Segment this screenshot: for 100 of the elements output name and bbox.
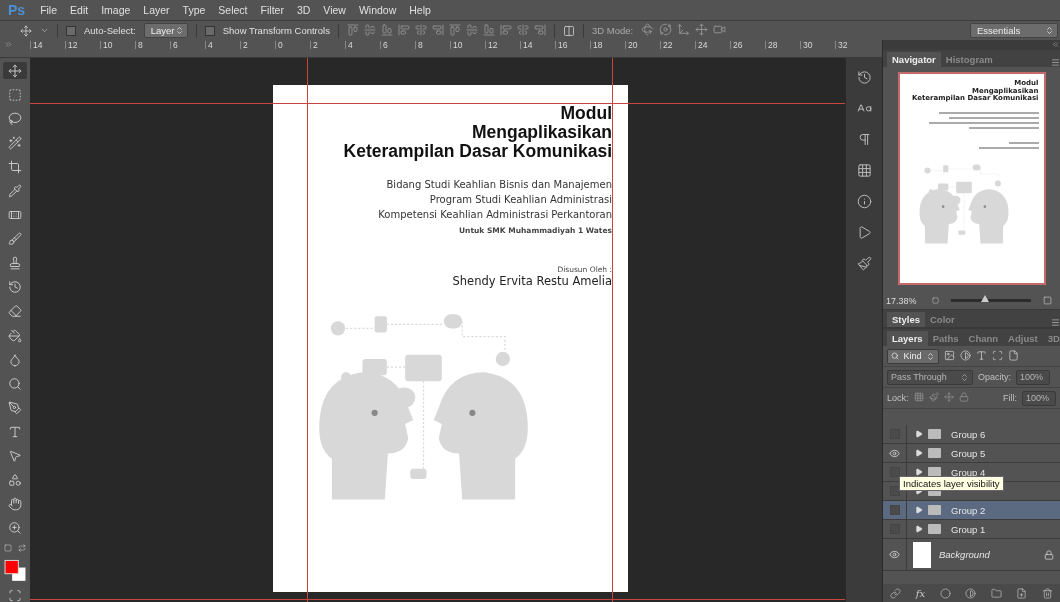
- menu-item[interactable]: Edit: [70, 4, 89, 16]
- menu-item[interactable]: Filter: [260, 4, 284, 16]
- layer-row[interactable]: Background: [883, 539, 1060, 571]
- type-filter-icon[interactable]: [976, 349, 987, 361]
- lock-paint-icon[interactable]: [928, 392, 939, 402]
- ruler-mark: 2: [240, 41, 275, 49]
- layer-row[interactable]: Group 5: [883, 444, 1060, 463]
- color-swatches-icon[interactable]: [3, 558, 27, 582]
- shape-filter-icon[interactable]: [992, 349, 1003, 361]
- ruler-mark: 2: [310, 41, 345, 49]
- history-icon[interactable]: [856, 70, 872, 85]
- visibility-eye-icon[interactable]: [889, 549, 900, 560]
- menu-item[interactable]: Layer: [143, 4, 170, 16]
- fill-field[interactable]: 100%: [1022, 390, 1056, 406]
- new-layer-icon[interactable]: [1016, 587, 1028, 599]
- lock-pixels-icon[interactable]: [913, 392, 924, 402]
- lock-icon[interactable]: [958, 392, 969, 402]
- expand-icon[interactable]: [4, 40, 13, 49]
- expand-arrow-icon[interactable]: [915, 449, 923, 457]
- align-icon[interactable]: [533, 23, 546, 36]
- align-icon[interactable]: [431, 23, 444, 36]
- filter-dropdown[interactable]: Kind: [887, 348, 939, 364]
- opacity-field[interactable]: 100%: [1016, 369, 1050, 385]
- panel-tab[interactable]: Navigator: [887, 52, 941, 67]
- align-icon[interactable]: [363, 23, 376, 36]
- smart-object-filter-icon[interactable]: [1008, 349, 1019, 361]
- checkbox[interactable]: [204, 25, 215, 36]
- zoom-value[interactable]: 17.38%: [886, 295, 924, 306]
- 3d-tool-icon[interactable]: [677, 23, 691, 36]
- menu-item[interactable]: Type: [182, 4, 206, 16]
- ruler-mark: 26: [730, 41, 765, 49]
- visibility-toggle[interactable]: [889, 486, 900, 496]
- 3d-tool-icon[interactable]: [695, 23, 709, 36]
- zoom-in-icon[interactable]: [1043, 296, 1052, 305]
- menu-icon[interactable]: [1051, 318, 1060, 327]
- menu-item[interactable]: Image: [101, 4, 131, 16]
- info-icon[interactable]: [856, 194, 872, 209]
- default-colors-icon[interactable]: [4, 543, 12, 552]
- checkbox[interactable]: [66, 25, 76, 36]
- trash-icon[interactable]: [1041, 587, 1053, 599]
- move-tool-icon[interactable]: [20, 24, 32, 37]
- folder-icon: [928, 448, 941, 458]
- play-icon[interactable]: [856, 225, 872, 240]
- paragraph-icon[interactable]: [856, 132, 872, 147]
- collapse-icon[interactable]: [1051, 40, 1060, 49]
- menu-item[interactable]: Select: [218, 4, 248, 16]
- align-icon[interactable]: [380, 23, 393, 36]
- panel-tab[interactable]: Styles: [887, 312, 925, 327]
- adjustment-icon[interactable]: [965, 587, 977, 599]
- align-icon[interactable]: [414, 23, 427, 36]
- expand-arrow-icon[interactable]: [915, 430, 923, 438]
- distribute-icon[interactable]: [562, 24, 575, 37]
- menu-item[interactable]: Help: [409, 4, 431, 16]
- menu-icon[interactable]: [1051, 58, 1060, 67]
- expand-arrow-icon[interactable]: [915, 468, 923, 476]
- folder-icon: [928, 524, 941, 534]
- caret-icon[interactable]: [40, 26, 49, 35]
- align-icon[interactable]: [397, 23, 410, 36]
- panel-tab[interactable]: Layers: [887, 331, 928, 346]
- menu-item[interactable]: 3D: [296, 4, 311, 16]
- zoom-out-icon[interactable]: [932, 297, 939, 304]
- align-icon[interactable]: [516, 23, 529, 36]
- quick-mask-icon[interactable]: [8, 588, 22, 602]
- layer-name: Group 1: [951, 523, 987, 535]
- layer-row[interactable]: Group 1: [883, 520, 1060, 539]
- ruler-mark: 28: [765, 41, 800, 49]
- align-icon[interactable]: [346, 23, 359, 36]
- brush-icon[interactable]: [856, 256, 872, 271]
- folder-icon[interactable]: [990, 587, 1002, 599]
- workspace-dropdown[interactable]: Essentials: [970, 23, 1058, 38]
- visibility-eye-icon[interactable]: [889, 447, 900, 459]
- adjustment-filter-icon[interactable]: [960, 349, 971, 361]
- 3d-tool-icon[interactable]: [641, 23, 655, 36]
- expand-arrow-icon[interactable]: [915, 525, 923, 533]
- layer-row[interactable]: Group 2: [883, 501, 1060, 520]
- dropdown[interactable]: Layer: [143, 23, 188, 38]
- align-icon[interactable]: [482, 23, 495, 36]
- search-icon: [891, 352, 899, 360]
- align-icon[interactable]: [448, 23, 461, 36]
- expand-arrow-icon[interactable]: [915, 506, 923, 514]
- lock-position-icon[interactable]: [943, 392, 954, 402]
- 3d-tool-icon[interactable]: [659, 23, 673, 36]
- visibility-toggle[interactable]: [889, 467, 900, 477]
- link-icon[interactable]: [890, 587, 902, 599]
- effects-button[interactable]: fx: [915, 587, 926, 599]
- visibility-toggle[interactable]: [889, 505, 900, 515]
- menu-item[interactable]: File: [40, 4, 58, 16]
- 3d-tool-icon[interactable]: [713, 23, 727, 36]
- layer-row[interactable]: Group 6: [883, 425, 1060, 444]
- tool-button[interactable]: [3, 62, 27, 80]
- menu-item[interactable]: View: [323, 4, 346, 16]
- align-icon[interactable]: [499, 23, 512, 36]
- slider-thumb[interactable]: [980, 295, 989, 302]
- blend-mode-dropdown[interactable]: Pass Through: [887, 369, 973, 385]
- swatches-icon[interactable]: [856, 163, 872, 178]
- swap-colors-icon[interactable]: [18, 543, 26, 552]
- image-filter-icon[interactable]: [944, 349, 955, 361]
- mask-icon[interactable]: [939, 587, 951, 599]
- align-icon[interactable]: [465, 23, 478, 36]
- menu-item[interactable]: Window: [358, 4, 397, 16]
